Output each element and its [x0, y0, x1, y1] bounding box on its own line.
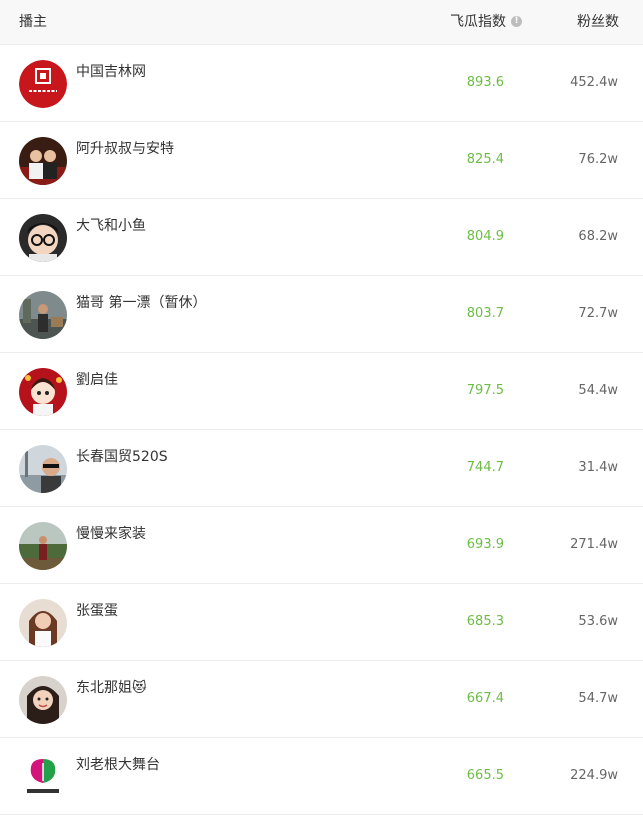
index-value: 744.7: [466, 460, 504, 475]
streamer-name[interactable]: 长春国贸520S: [76, 446, 168, 466]
fans-count: 53.6w: [578, 614, 618, 629]
table-header: 播主 飞瓜指数 ! 粉丝数: [0, 0, 643, 45]
logo-avatar[interactable]: [19, 60, 67, 108]
streamer-name[interactable]: 大飞和小鱼: [76, 215, 146, 235]
table-row[interactable]: 长春国贸520S 744.7 31.4w: [0, 430, 643, 507]
streamer-name[interactable]: 劉启佳: [76, 369, 118, 389]
fans-count: 68.2w: [578, 229, 618, 244]
table-row[interactable]: 猫哥 第一漂（暂休） 803.7 72.7w: [0, 276, 643, 353]
table-row[interactable]: 劉启佳 797.5 54.4w: [0, 353, 643, 430]
portrait-photo-avatar[interactable]: [19, 599, 67, 647]
stage-logo-avatar[interactable]: [19, 753, 67, 801]
table-row[interactable]: 大飞和小鱼 804.9 68.2w: [0, 199, 643, 276]
fans-count: 76.2w: [578, 152, 618, 167]
selfie-photo-avatar[interactable]: [19, 676, 67, 724]
streamer-name[interactable]: 阿升叔叔与安特: [76, 138, 174, 158]
fans-count: 54.4w: [578, 383, 618, 398]
index-value: 685.3: [466, 614, 504, 629]
fans-count: 54.7w: [578, 691, 618, 706]
index-value: 825.4: [466, 152, 504, 167]
index-value: 797.5: [466, 383, 504, 398]
field-photo-avatar[interactable]: [19, 522, 67, 570]
streamer-name[interactable]: 东北那姐😻: [76, 677, 147, 697]
fans-count: 452.4w: [570, 75, 618, 90]
column-header-index-label: 飞瓜指数: [450, 14, 506, 30]
index-value: 804.9: [466, 229, 504, 244]
fans-count: 31.4w: [578, 460, 618, 475]
streamer-name[interactable]: 刘老根大舞台: [76, 754, 160, 774]
index-value: 667.4: [466, 691, 504, 706]
table-row[interactable]: 慢慢来家装 693.9 271.4w: [0, 507, 643, 584]
table-row[interactable]: 东北那姐😻 667.4 54.7w: [0, 661, 643, 738]
table-row[interactable]: 张蛋蛋 685.3 53.6w: [0, 584, 643, 661]
streamer-name[interactable]: 猫哥 第一漂（暂休）: [76, 292, 206, 312]
info-icon[interactable]: !: [511, 15, 522, 27]
outdoor-photo-avatar[interactable]: [19, 291, 67, 339]
table-row[interactable]: 刘老根大舞台 665.5 224.9w: [0, 738, 643, 815]
duo-photo-avatar[interactable]: [19, 137, 67, 185]
sunglasses-photo-avatar[interactable]: [19, 445, 67, 493]
column-header-index[interactable]: 飞瓜指数 !: [450, 11, 522, 31]
fans-count: 224.9w: [570, 768, 618, 783]
ranking-table: 播主 飞瓜指数 ! 粉丝数 中国吉林网 893.6 452.4w 阿升叔叔与安特…: [0, 0, 643, 815]
streamer-name[interactable]: 慢慢来家装: [76, 523, 146, 543]
column-header-fans[interactable]: 粉丝数: [577, 11, 619, 31]
column-header-streamer[interactable]: 播主: [19, 11, 47, 31]
logo-lettering: [27, 789, 59, 793]
fans-count: 72.7w: [578, 306, 618, 321]
index-value: 803.7: [466, 306, 504, 321]
streamer-name[interactable]: 张蛋蛋: [76, 600, 118, 620]
index-value: 693.9: [466, 537, 504, 552]
index-value: 665.5: [466, 768, 504, 783]
streamer-name[interactable]: 中国吉林网: [76, 61, 146, 81]
table-row[interactable]: 阿升叔叔与安特 825.4 76.2w: [0, 122, 643, 199]
table-row[interactable]: 中国吉林网 893.6 452.4w: [0, 45, 643, 122]
festive-cartoon-avatar[interactable]: [19, 368, 67, 416]
cartoon-avatar[interactable]: [19, 214, 67, 262]
index-value: 893.6: [466, 75, 504, 90]
fans-count: 271.4w: [570, 537, 618, 552]
